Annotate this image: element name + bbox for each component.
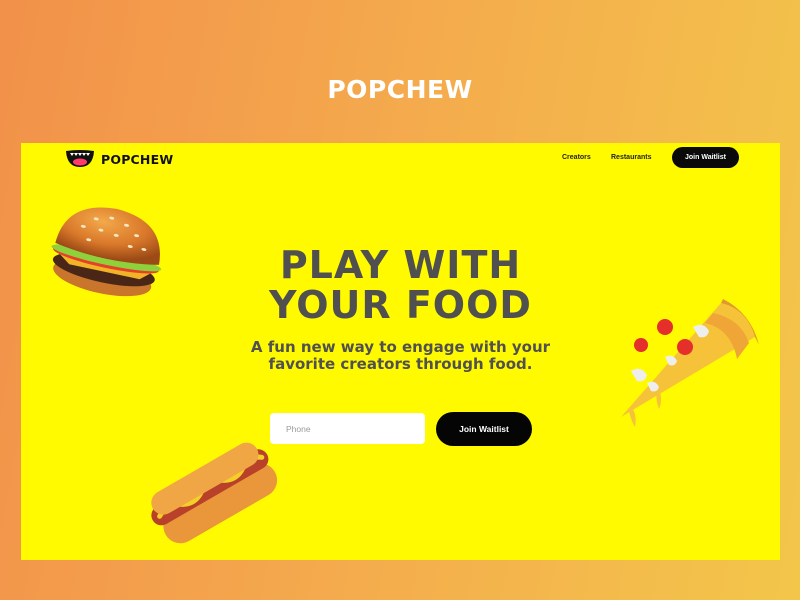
page-title: POPCHEW <box>327 75 473 104</box>
brand-name[interactable]: POPCHEW <box>101 152 173 167</box>
hero-heading-line-1: PLAY WITH <box>279 243 522 287</box>
mouth-logo-icon[interactable] <box>65 148 95 168</box>
pizza-slice-icon <box>621 299 759 427</box>
landing-page-frame: POPCHEW Creators Restaurants Join Waitli… <box>21 143 780 560</box>
hotdog-icon <box>151 442 278 544</box>
nav-join-waitlist-button[interactable]: Join Waitlist <box>672 147 739 168</box>
nav-link-restaurants[interactable]: Restaurants <box>611 154 651 161</box>
nav-link-creators[interactable]: Creators <box>562 154 591 161</box>
phone-input[interactable] <box>270 413 425 444</box>
join-waitlist-button[interactable]: Join Waitlist <box>436 412 532 446</box>
